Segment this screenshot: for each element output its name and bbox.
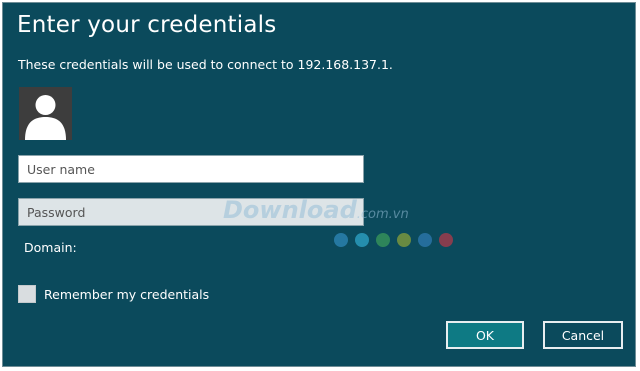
ok-button[interactable]: OK [446, 321, 524, 349]
avatar-graphic [25, 95, 66, 140]
watermark-dot [397, 233, 411, 247]
username-input[interactable] [18, 155, 364, 183]
watermark-dot [376, 233, 390, 247]
watermark-suffix: .com.vn [356, 207, 409, 222]
watermark-dot [355, 233, 369, 247]
watermark-dot [334, 233, 348, 247]
user-silhouette-icon [19, 87, 72, 140]
credentials-dialog: Enter your credentials These credentials… [2, 2, 636, 367]
remember-credentials-label: Remember my credentials [44, 286, 210, 302]
watermark-dots [334, 233, 453, 247]
remember-credentials-option[interactable]: Remember my credentials [18, 285, 209, 303]
dialog-subtitle: These credentials will be used to connec… [18, 57, 393, 72]
cancel-button[interactable]: Cancel [543, 321, 623, 349]
watermark-dot [418, 233, 432, 247]
password-input[interactable] [18, 198, 364, 226]
watermark-dot [439, 233, 453, 247]
remember-credentials-checkbox[interactable] [18, 285, 36, 303]
domain-label: Domain: [24, 240, 77, 255]
dialog-title: Enter your credentials [17, 12, 277, 38]
